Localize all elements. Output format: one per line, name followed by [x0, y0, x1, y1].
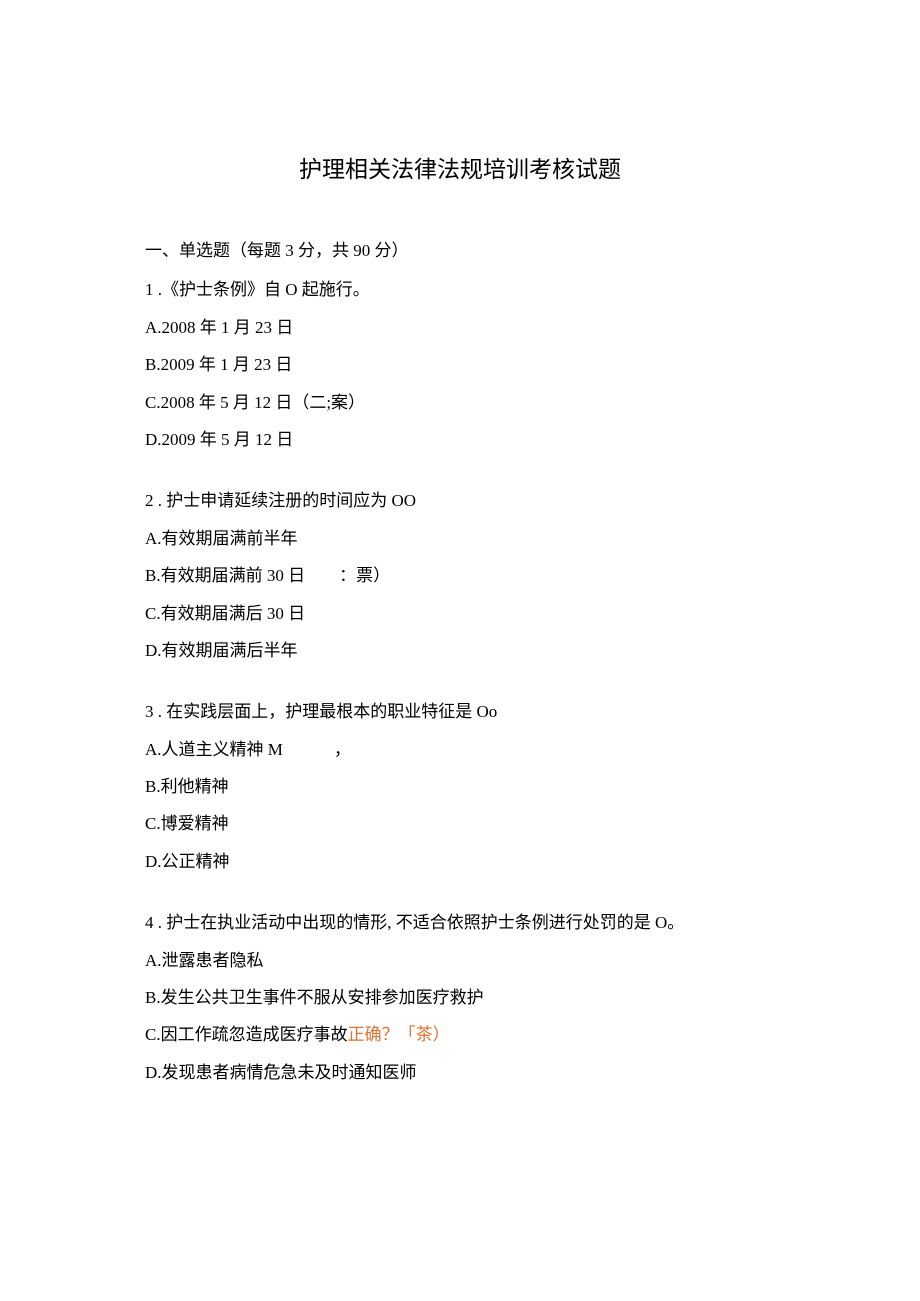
- option-b: B.有效期届满前 30 日 ：票）: [145, 557, 775, 594]
- option-c: C.有效期届满后 30 日: [145, 595, 775, 632]
- option-d: D.公正精神: [145, 843, 775, 880]
- option-b: B.利他精神: [145, 768, 775, 805]
- option-a: A.2008 年 1 月 23 日: [145, 309, 775, 346]
- option-c: C.博爱精神: [145, 805, 775, 842]
- option-c: C.因工作疏忽造成医疗事故正确？「茶）: [145, 1016, 775, 1053]
- option-c-text: C.因工作疏忽造成医疗事故: [145, 1025, 348, 1044]
- option-c: C.2008 年 5 月 12 日（二;案）: [145, 384, 775, 421]
- question-2: 2 . 护士申请延续注册的时间应为 OO A.有效期届满前半年 B.有效期届满前…: [145, 482, 775, 669]
- option-b: B.发生公共卫生事件不服从安排参加医疗救护: [145, 979, 775, 1016]
- option-a: A.泄露患者隐私: [145, 942, 775, 979]
- section-header: 一、单选题（每题 3 分，共 90 分）: [145, 232, 775, 269]
- option-a: A.有效期届满前半年: [145, 520, 775, 557]
- question-4: 4 . 护士在执业活动中出现的情形, 不适合依照护士条例进行处罚的是 O。 A.…: [145, 904, 775, 1091]
- question-3: 3 . 在实践层面上，护理最根本的职业特征是 Oo A.人道主义精神 M ， B…: [145, 693, 775, 880]
- page-title: 护理相关法律法规培训考核试题: [145, 150, 775, 184]
- option-a: A.人道主义精神 M ，: [145, 731, 775, 768]
- option-d: D.有效期届满后半年: [145, 632, 775, 669]
- question-stem: 4 . 护士在执业活动中出现的情形, 不适合依照护士条例进行处罚的是 O。: [145, 904, 775, 941]
- question-stem: 1 .《护士条例》自 O 起施行。: [145, 271, 775, 308]
- option-d: D.2009 年 5 月 12 日: [145, 421, 775, 458]
- option-d: D.发现患者病情危急未及时通知医师: [145, 1054, 775, 1091]
- question-stem: 2 . 护士申请延续注册的时间应为 OO: [145, 482, 775, 519]
- option-c-highlight: 正确？「茶）: [348, 1025, 450, 1044]
- question-1: 1 .《护士条例》自 O 起施行。 A.2008 年 1 月 23 日 B.20…: [145, 271, 775, 458]
- question-stem: 3 . 在实践层面上，护理最根本的职业特征是 Oo: [145, 693, 775, 730]
- option-b: B.2009 年 1 月 23 日: [145, 346, 775, 383]
